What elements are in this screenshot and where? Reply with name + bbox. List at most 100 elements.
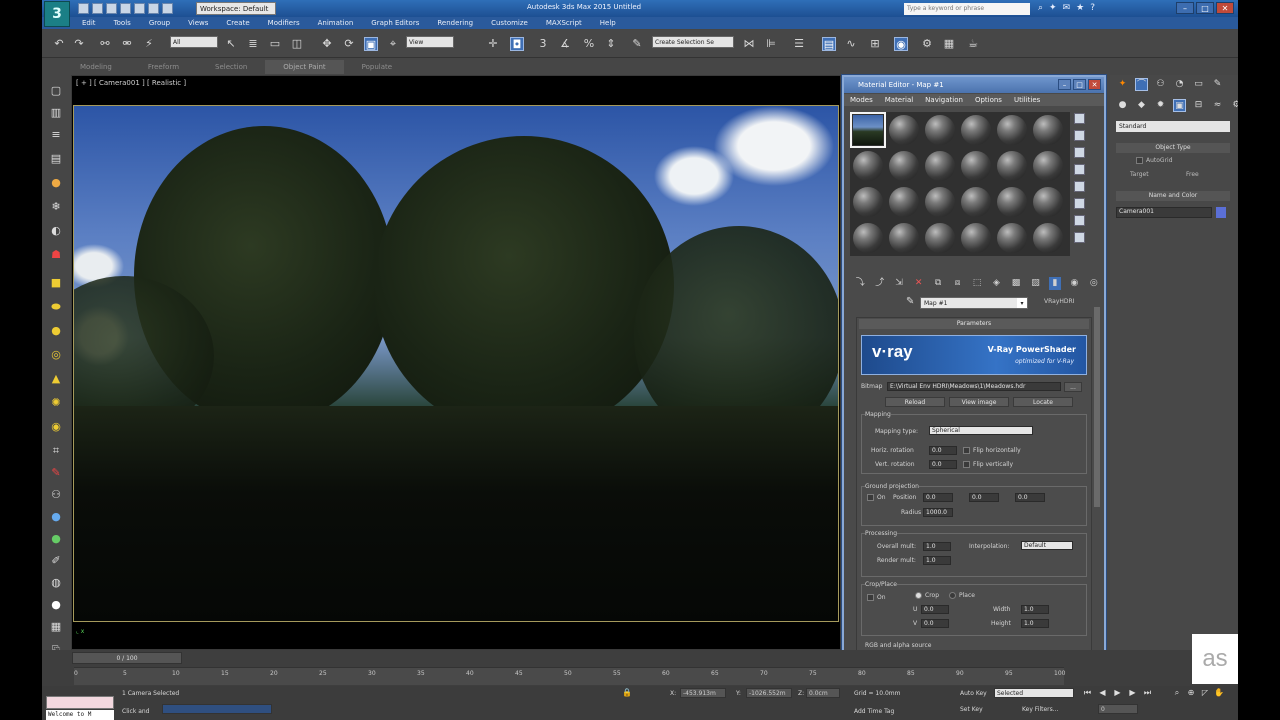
sample-slot[interactable] <box>1030 148 1066 184</box>
lights-icon[interactable]: ✹ <box>1154 99 1167 112</box>
rectangular-selection-icon[interactable]: ▭ <box>268 37 282 51</box>
sample-slot[interactable] <box>886 112 922 148</box>
communication-icon[interactable]: ✉ <box>1063 3 1071 13</box>
brush-icon[interactable]: ✐ <box>49 554 63 568</box>
material-editor-icon[interactable]: ◉ <box>894 37 908 51</box>
display-tab-icon[interactable]: ▭ <box>1192 78 1205 91</box>
light-icon[interactable]: ● <box>49 176 63 190</box>
me-minimize-button[interactable]: – <box>1058 79 1071 90</box>
select-by-material-icon[interactable] <box>1074 232 1085 243</box>
me-close-button[interactable]: ✕ <box>1088 79 1101 90</box>
freeze-icon[interactable]: ❄ <box>49 200 63 214</box>
sample-slot[interactable] <box>850 148 886 184</box>
menu-create[interactable]: Create <box>226 17 249 29</box>
maxscript-listener[interactable] <box>46 696 114 709</box>
z-coordinate[interactable]: 0.0cm <box>806 688 840 698</box>
material-map-navigator-icon[interactable]: ◎ <box>1088 277 1100 290</box>
minimize-button[interactable]: – <box>1176 2 1194 14</box>
menu-maxscript[interactable]: MAXScript <box>546 17 582 29</box>
y-coordinate[interactable]: -1026.552m <box>746 688 792 698</box>
track-bar[interactable]: 0 5 10 15 20 25 30 35 40 45 50 55 60 65 70 75 80 85 90 95 10… <box>74 667 1065 685</box>
sphere-icon[interactable]: ● <box>49 324 63 338</box>
render-sphere-icon[interactable]: ● <box>49 598 63 612</box>
show-shaded-icon[interactable]: ▩ <box>1010 277 1022 290</box>
link-icon[interactable]: ⚯ <box>98 37 112 51</box>
interpolation-dropdown[interactable]: Default <box>1021 541 1073 550</box>
me-menu-utilities[interactable]: Utilities <box>1014 94 1040 106</box>
helpers-icon[interactable]: ⊟ <box>1192 99 1205 112</box>
add-time-tag[interactable]: Add Time Tag <box>854 708 894 715</box>
sample-slot[interactable] <box>922 112 958 148</box>
project-folder-icon[interactable] <box>148 3 159 14</box>
reset-map-icon[interactable]: ✕ <box>912 277 924 290</box>
pan-icon[interactable]: ✋ <box>1214 688 1224 698</box>
name-color-rollout[interactable]: Name and Color <box>1116 191 1230 201</box>
unlink-icon[interactable]: ⚮ <box>120 37 134 51</box>
box-icon[interactable]: ■ <box>49 276 63 290</box>
bind-space-warp-icon[interactable]: ⚡ <box>142 37 156 51</box>
free-camera-button[interactable]: Free <box>1186 171 1199 178</box>
selection-filter-dropdown[interactable]: All <box>170 36 218 48</box>
object-name-field[interactable]: Camera001 <box>1116 207 1212 218</box>
app-logo-icon[interactable]: 3 <box>44 1 70 27</box>
map-name-dropdown[interactable]: Map #1 ▾ <box>920 297 1028 309</box>
viewport-tabs[interactable] <box>162 704 272 714</box>
maxscript-mini-listener[interactable]: Welcome to M <box>46 710 114 720</box>
shapes-icon[interactable]: ◆ <box>1135 99 1148 112</box>
save-file-icon[interactable] <box>106 3 117 14</box>
modify-tab-icon[interactable]: ⌒ <box>1135 78 1148 91</box>
viewport-label[interactable]: [ + ] [ Camera001 ] [ Realistic ] <box>76 79 186 87</box>
go-to-start-icon[interactable]: ⏮ <box>1082 687 1093 698</box>
hdri-scene[interactable] <box>73 105 839 622</box>
sample-slot[interactable] <box>886 220 922 256</box>
torus-icon[interactable]: ◎ <box>49 348 63 362</box>
make-preview-icon[interactable] <box>1074 198 1085 209</box>
menu-edit[interactable]: Edit <box>82 17 96 29</box>
tab-freeform[interactable]: Freeform <box>130 60 197 74</box>
curve-editor-icon[interactable]: ∿ <box>844 37 858 51</box>
maximize-button[interactable]: □ <box>1196 2 1214 14</box>
redo-icon[interactable]: ↷ <box>72 37 86 51</box>
prev-frame-icon[interactable]: ◀ <box>1097 687 1108 698</box>
edit-named-selection-icon[interactable]: ✎ <box>630 37 644 51</box>
angle-snap-icon[interactable]: ∡ <box>558 37 572 51</box>
hierarchy-tab-icon[interactable]: ⚇ <box>1154 78 1167 91</box>
get-material-icon[interactable]: ⤵ <box>854 277 866 290</box>
tab-object-paint[interactable]: Object Paint <box>265 60 344 74</box>
align-icon[interactable]: ⊫ <box>764 37 778 51</box>
cameras-icon[interactable]: ▣ <box>1173 99 1186 112</box>
scene-explorer-icon[interactable]: ≡ <box>49 128 63 142</box>
sample-slot[interactable] <box>886 184 922 220</box>
sample-slot[interactable] <box>994 112 1030 148</box>
search-icon[interactable]: ⌕ <box>1038 3 1043 13</box>
go-to-parent-icon[interactable]: ▮ <box>1048 277 1062 290</box>
table-icon[interactable]: ▦ <box>49 620 63 634</box>
crop-v-spinner[interactable]: 0.0 <box>921 619 949 628</box>
render-production-icon[interactable]: ☕ <box>966 37 980 51</box>
teapot-icon[interactable]: ☗ <box>49 248 63 262</box>
undo-icon[interactable]: ↶ <box>52 37 66 51</box>
put-to-scene-icon[interactable]: ⤴ <box>873 277 885 290</box>
dropdown-icon[interactable] <box>162 3 173 14</box>
key-filters-button[interactable]: Key Filters... <box>1022 706 1059 713</box>
place-icon[interactable]: ⌖ <box>386 37 400 51</box>
sample-slot[interactable] <box>994 220 1030 256</box>
render-mult-spinner[interactable]: 1.0 <box>923 556 951 565</box>
crop-u-spinner[interactable]: 0.0 <box>921 605 949 614</box>
tab-populate[interactable]: Populate <box>344 60 410 74</box>
me-menu-modes[interactable]: Modes <box>850 94 873 106</box>
layer-manager-icon[interactable]: ☰ <box>792 37 806 51</box>
graphite-tools-icon[interactable]: ▤ <box>822 37 836 51</box>
me-menu-navigation[interactable]: Navigation <box>925 94 963 106</box>
map-type-button[interactable]: VRayHDRI <box>1044 298 1074 305</box>
menu-group[interactable]: Group <box>149 17 170 29</box>
browse-button[interactable]: ... <box>1064 382 1082 392</box>
material-id-icon[interactable]: ◈ <box>990 277 1002 290</box>
snaps-toggle-icon[interactable]: 3 <box>536 37 550 51</box>
video-color-check-icon[interactable] <box>1074 181 1085 192</box>
material-editor-titlebar[interactable]: Material Editor - Map #1 – □ ✕ <box>844 77 1104 93</box>
menu-customize[interactable]: Customize <box>491 17 528 29</box>
close-button[interactable]: ✕ <box>1216 2 1234 14</box>
me-maximize-button[interactable]: □ <box>1073 79 1086 90</box>
set-key-button[interactable]: Set Key <box>960 706 983 713</box>
